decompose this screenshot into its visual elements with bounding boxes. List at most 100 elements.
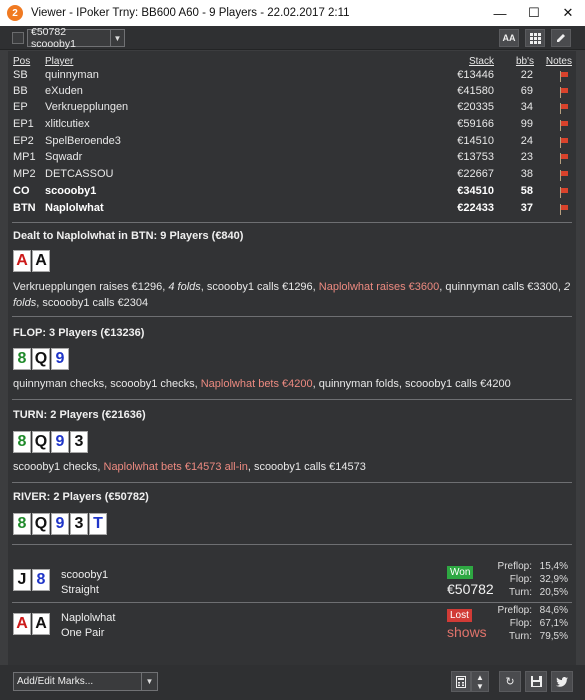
chevron-down-icon: ▼ [110, 30, 124, 46]
pos-header[interactable]: Pos [13, 56, 30, 67]
notes-header[interactable]: Notes [546, 56, 572, 67]
note-flag-icon[interactable] [558, 153, 568, 164]
player-row: EP2 SpelBeroende3 €14510 24 [8, 135, 576, 151]
player-name[interactable]: xlitlcutiex [45, 118, 90, 130]
turn-cards: 8 Q 9 3 [13, 431, 88, 453]
player-bbs: 99 [520, 118, 533, 130]
note-flag-icon[interactable] [558, 120, 568, 131]
note-flag-icon[interactable] [558, 71, 568, 82]
player-bbs: 38 [520, 168, 533, 180]
sort-button[interactable]: ▲ ▼ [471, 671, 489, 692]
action-text: quinnyman checks, scoooby1 checks, [13, 378, 201, 390]
stat-value: 84,6% [539, 605, 568, 616]
refresh-button[interactable]: ↻ [499, 671, 521, 692]
title-bar: 2 Viewer - IPoker Trny: BB600 A60 - 9 Pl… [0, 0, 585, 26]
result-player-name: scoooby1 [61, 569, 109, 581]
note-flag-icon[interactable] [558, 87, 568, 98]
player-stack: €34510 [457, 185, 494, 197]
note-flag-icon[interactable] [558, 187, 568, 198]
stat-label: Preflop: [497, 561, 532, 572]
edit-button[interactable] [551, 29, 571, 47]
player-row: EP1 xlitlcutiex €59166 99 [8, 118, 576, 134]
player-name[interactable]: Sqwadr [45, 151, 82, 163]
equity-stat: Turn: 20,5% [488, 587, 568, 599]
note-flag-icon[interactable] [558, 170, 568, 181]
player-name[interactable]: Naplolwhat [45, 202, 104, 214]
grid-icon [529, 32, 541, 44]
player-position: MP1 [13, 151, 36, 163]
hero-action-text: Naplolwhat bets €14573 all-in [103, 461, 248, 473]
marks-dropdown[interactable]: Add/Edit Marks... ▼ [13, 672, 158, 691]
river-cards: 8 Q 9 3 T [13, 513, 107, 535]
app-logo-icon: 2 [7, 5, 23, 21]
card: 9 [51, 348, 69, 370]
note-flag-icon[interactable] [558, 103, 568, 114]
card: 8 [13, 513, 31, 535]
note-flag-icon[interactable] [558, 204, 568, 215]
hero-action-text: Naplolwhat raises €3600 [318, 281, 440, 293]
twitter-button[interactable] [551, 671, 573, 692]
card: Q [32, 513, 50, 535]
stat-value: 32,9% [539, 574, 568, 585]
hole-cards: A A [13, 250, 50, 272]
stack-header[interactable]: Stack [469, 56, 494, 67]
player-position: EP2 [13, 135, 34, 147]
hand-history-panel: Pos Player Stack bb's Notes SB quinnyman… [8, 51, 576, 665]
player-bbs: 22 [520, 69, 533, 81]
player-stack: €22667 [457, 168, 494, 180]
divider [12, 316, 572, 317]
player-bbs: 23 [520, 151, 533, 163]
player-name[interactable]: SpelBeroende3 [45, 135, 121, 147]
note-flag-icon[interactable] [558, 137, 568, 148]
calculator-icon [456, 675, 466, 688]
player-name[interactable]: quinnyman [45, 69, 99, 81]
action-text: Verkruepplungen raises €1296, [13, 281, 169, 293]
player-name[interactable]: DETCASSOU [45, 168, 113, 180]
player-name[interactable]: eXuden [45, 85, 83, 97]
card: T [89, 513, 107, 535]
player-position: EP [13, 101, 28, 113]
player-position: BTN [13, 202, 36, 214]
action-text: , quinnyman calls €3300, [439, 281, 565, 293]
player-bbs: 58 [520, 185, 533, 197]
pencil-icon [557, 34, 565, 42]
player-bbs: 37 [520, 202, 533, 214]
card: A [13, 613, 31, 635]
player-name[interactable]: scoooby1 [45, 185, 96, 197]
stat-value: 79,5% [539, 631, 568, 642]
maximize-button[interactable]: ☐ [517, 0, 551, 26]
card: J [13, 569, 31, 591]
card: 8 [13, 348, 31, 370]
card-display-button[interactable]: AA [499, 29, 519, 47]
card: 3 [70, 513, 88, 535]
player-stack: €13446 [457, 69, 494, 81]
calculator-button[interactable] [451, 671, 471, 692]
toolbar: €50782 scoooby1 ▼ AA [0, 26, 585, 50]
hand-select-dropdown[interactable]: €50782 scoooby1 ▼ [27, 26, 125, 50]
player-stack: €13753 [457, 151, 494, 163]
card: 9 [51, 431, 69, 453]
equity-stat: Flop: 67,1% [488, 618, 568, 630]
bbs-header[interactable]: bb's [516, 56, 534, 67]
action-text: scoooby1 checks, [13, 461, 104, 473]
select-hand-checkbox[interactable] [12, 32, 24, 44]
player-position: CO [13, 185, 30, 197]
won-amount: €50782 [447, 581, 494, 597]
player-row: BTN Naplolwhat €22433 37 [8, 202, 576, 218]
grid-button[interactable] [525, 29, 545, 47]
save-button[interactable] [525, 671, 547, 692]
player-header[interactable]: Player [45, 56, 73, 67]
player-stack: €59166 [457, 118, 494, 130]
card: 3 [70, 431, 88, 453]
divider [12, 222, 572, 223]
player-stack: €22433 [457, 202, 494, 214]
player-row: EP Verkruepplungen €20335 34 [8, 101, 576, 117]
flop-cards: 8 Q 9 [13, 348, 69, 370]
hand-viewer-window: 2 Viewer - IPoker Trny: BB600 A60 - 9 Pl… [0, 0, 585, 700]
player-name[interactable]: Verkruepplungen [45, 101, 128, 113]
minimize-button[interactable]: — [483, 0, 517, 26]
flop-actions: quinnyman checks, scoooby1 checks, Naplo… [13, 376, 571, 392]
player-row: BB eXuden €41580 69 [8, 85, 576, 101]
player-bbs: 24 [520, 135, 533, 147]
close-button[interactable]: ✕ [551, 0, 585, 26]
